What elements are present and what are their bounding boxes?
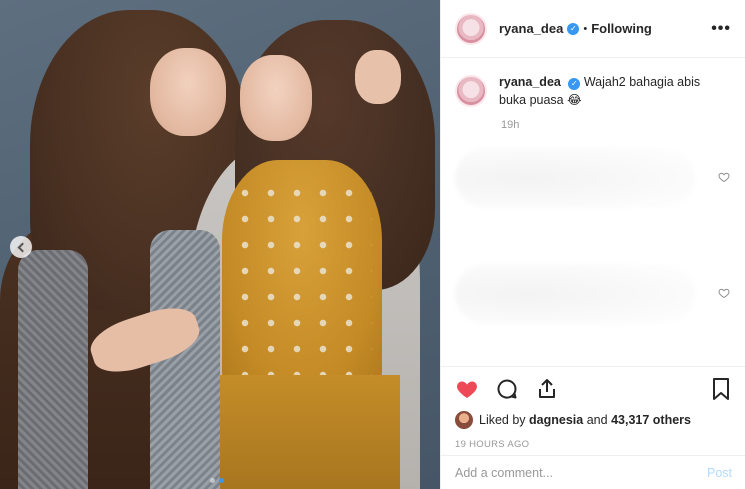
verified-badge-icon: ✓: [568, 78, 581, 90]
post-header: ryana_dea ✓ • Following •••: [441, 0, 745, 58]
speech-bubble-icon: [497, 379, 517, 399]
liked-by-prefix: Liked by: [479, 413, 526, 427]
list-item: [455, 259, 732, 329]
likes-count-link[interactable]: 43,317 others: [611, 413, 691, 427]
post-photo[interactable]: [0, 0, 440, 489]
post-comment-button[interactable]: Post: [707, 466, 732, 480]
comments-section: ryana_dea ✓ Wajah2 bahagia abis buka pua…: [441, 59, 745, 365]
laughing-emoji: 😂: [567, 93, 582, 107]
caption-time: 19h: [501, 119, 520, 131]
photo-face-left: [150, 48, 226, 136]
photo-figure-scarf: [18, 250, 88, 489]
instagram-post: ryana_dea ✓ • Following ••• ryana_dea ✓ …: [0, 0, 745, 489]
like-button[interactable]: [455, 377, 479, 401]
comment-button[interactable]: [495, 377, 519, 401]
post-side-panel: ryana_dea ✓ • Following ••• ryana_dea ✓ …: [440, 0, 745, 489]
carousel-indicator: [210, 478, 224, 483]
bookmark-icon: [713, 378, 729, 400]
share-button[interactable]: [535, 377, 559, 401]
heart-filled-icon: [457, 381, 477, 398]
following-button[interactable]: Following: [591, 21, 652, 36]
verified-badge-icon: ✓: [567, 22, 580, 35]
likes-text: Liked by dagnesia and 43,317 others: [479, 413, 691, 427]
share-icon: [539, 379, 555, 398]
carousel-prev-button[interactable]: [10, 236, 32, 258]
carousel-dot: [210, 478, 215, 483]
likes-summary: Liked by dagnesia and 43,317 others: [455, 411, 732, 429]
heart-outline-icon[interactable]: [718, 287, 730, 299]
likes-and: and: [586, 413, 608, 427]
more-options-icon[interactable]: •••: [711, 20, 731, 38]
liked-by-user-link[interactable]: dagnesia: [529, 413, 583, 427]
post-time[interactable]: 19 HOURS AGO: [455, 439, 732, 450]
blurred-comment-content: [455, 148, 695, 208]
avatar[interactable]: [455, 12, 487, 45]
action-bar: [455, 375, 732, 403]
add-comment-bar: Post: [441, 455, 745, 489]
avatar[interactable]: [455, 411, 473, 429]
photo-figure-pants: [200, 375, 400, 489]
header-username[interactable]: ryana_dea: [499, 21, 563, 36]
caption-avatar[interactable]: [455, 75, 487, 107]
photo-face-right: [240, 55, 312, 141]
save-button[interactable]: [710, 377, 732, 401]
list-item: [455, 143, 732, 213]
caption-username[interactable]: ryana_dea: [499, 75, 561, 89]
comment-input[interactable]: [455, 465, 707, 480]
photo-hand: [355, 50, 401, 104]
caption-text: ryana_dea ✓ Wajah2 bahagia abis buka pua…: [499, 73, 719, 109]
blurred-comment-content: [455, 264, 695, 324]
chevron-left-icon: [17, 242, 28, 252]
photo-figure-blouse: [222, 160, 382, 390]
carousel-dot-active: [219, 478, 224, 483]
heart-outline-icon[interactable]: [718, 171, 730, 183]
header-separator: •: [583, 22, 588, 35]
post-actions: Liked by dagnesia and 43,317 others 19 H…: [441, 366, 745, 450]
caption: ryana_dea ✓ Wajah2 bahagia abis buka pua…: [455, 73, 732, 109]
